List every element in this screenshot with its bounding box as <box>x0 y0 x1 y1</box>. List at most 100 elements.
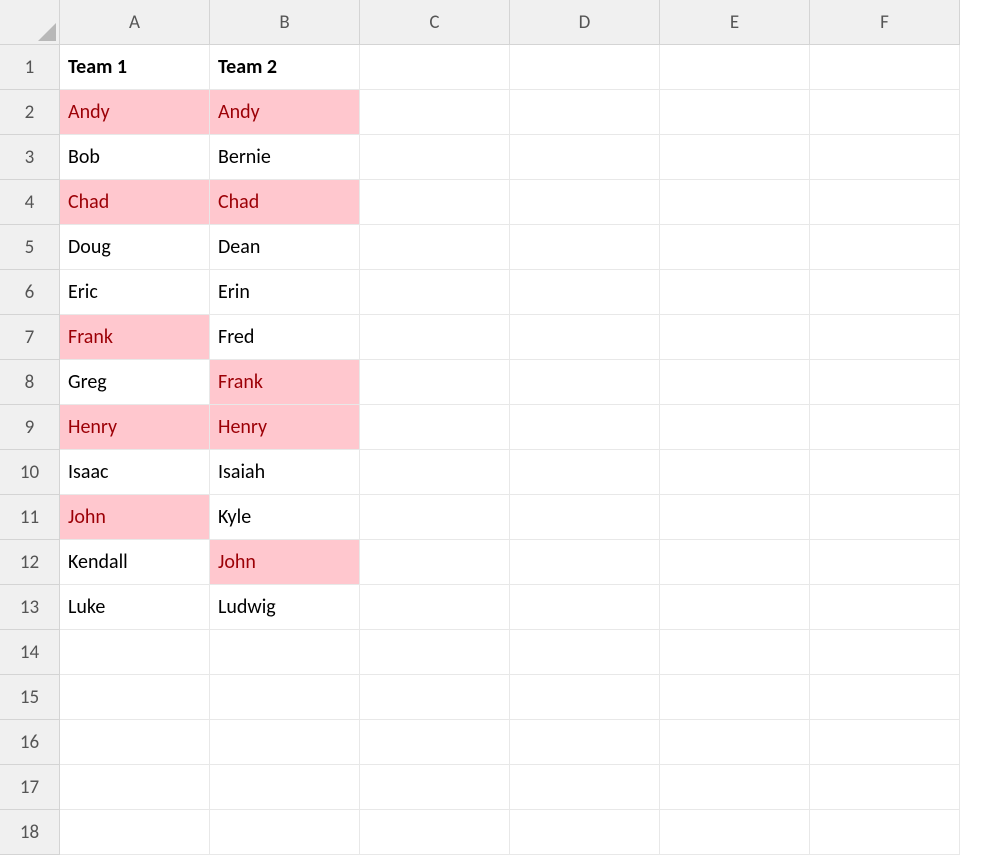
cell-F18[interactable] <box>810 810 960 855</box>
cell-B2[interactable]: Andy <box>210 90 360 135</box>
cell-C4[interactable] <box>360 180 510 225</box>
cell-A6[interactable]: Eric <box>60 270 210 315</box>
col-header-F[interactable]: F <box>810 0 960 45</box>
cell-C8[interactable] <box>360 360 510 405</box>
cell-C7[interactable] <box>360 315 510 360</box>
row-header-8[interactable]: 8 <box>0 360 60 405</box>
cell-C13[interactable] <box>360 585 510 630</box>
cell-C9[interactable] <box>360 405 510 450</box>
cell-B4[interactable]: Chad <box>210 180 360 225</box>
cell-A17[interactable] <box>60 765 210 810</box>
cell-A10[interactable]: Isaac <box>60 450 210 495</box>
cell-A5[interactable]: Doug <box>60 225 210 270</box>
cell-D11[interactable] <box>510 495 660 540</box>
cell-E12[interactable] <box>660 540 810 585</box>
cell-D2[interactable] <box>510 90 660 135</box>
cell-C5[interactable] <box>360 225 510 270</box>
row-header-14[interactable]: 14 <box>0 630 60 675</box>
row-header-12[interactable]: 12 <box>0 540 60 585</box>
cell-F11[interactable] <box>810 495 960 540</box>
cell-D17[interactable] <box>510 765 660 810</box>
cell-B17[interactable] <box>210 765 360 810</box>
cell-B1[interactable]: Team 2 <box>210 45 360 90</box>
cell-B13[interactable]: Ludwig <box>210 585 360 630</box>
cell-E15[interactable] <box>660 675 810 720</box>
cell-E3[interactable] <box>660 135 810 180</box>
col-header-E[interactable]: E <box>660 0 810 45</box>
cell-E10[interactable] <box>660 450 810 495</box>
cell-E18[interactable] <box>660 810 810 855</box>
cell-A15[interactable] <box>60 675 210 720</box>
cell-C14[interactable] <box>360 630 510 675</box>
cell-C17[interactable] <box>360 765 510 810</box>
cell-A13[interactable]: Luke <box>60 585 210 630</box>
cell-D13[interactable] <box>510 585 660 630</box>
col-header-B[interactable]: B <box>210 0 360 45</box>
cell-D10[interactable] <box>510 450 660 495</box>
cell-F8[interactable] <box>810 360 960 405</box>
row-header-11[interactable]: 11 <box>0 495 60 540</box>
cell-F6[interactable] <box>810 270 960 315</box>
cell-F5[interactable] <box>810 225 960 270</box>
cell-E7[interactable] <box>660 315 810 360</box>
col-header-A[interactable]: A <box>60 0 210 45</box>
row-header-1[interactable]: 1 <box>0 45 60 90</box>
row-header-9[interactable]: 9 <box>0 405 60 450</box>
cell-A4[interactable]: Chad <box>60 180 210 225</box>
cell-A7[interactable]: Frank <box>60 315 210 360</box>
cell-E4[interactable] <box>660 180 810 225</box>
row-header-18[interactable]: 18 <box>0 810 60 855</box>
cell-E13[interactable] <box>660 585 810 630</box>
cell-A12[interactable]: Kendall <box>60 540 210 585</box>
cell-B5[interactable]: Dean <box>210 225 360 270</box>
row-header-17[interactable]: 17 <box>0 765 60 810</box>
cell-F17[interactable] <box>810 765 960 810</box>
cell-C15[interactable] <box>360 675 510 720</box>
cell-C10[interactable] <box>360 450 510 495</box>
row-header-7[interactable]: 7 <box>0 315 60 360</box>
cell-E11[interactable] <box>660 495 810 540</box>
cell-C12[interactable] <box>360 540 510 585</box>
cell-A9[interactable]: Henry <box>60 405 210 450</box>
cell-D9[interactable] <box>510 405 660 450</box>
cell-D5[interactable] <box>510 225 660 270</box>
cell-E17[interactable] <box>660 765 810 810</box>
cell-B3[interactable]: Bernie <box>210 135 360 180</box>
row-header-15[interactable]: 15 <box>0 675 60 720</box>
cell-A1[interactable]: Team 1 <box>60 45 210 90</box>
cell-C3[interactable] <box>360 135 510 180</box>
row-header-10[interactable]: 10 <box>0 450 60 495</box>
cell-B14[interactable] <box>210 630 360 675</box>
row-header-2[interactable]: 2 <box>0 90 60 135</box>
cell-E8[interactable] <box>660 360 810 405</box>
cell-C2[interactable] <box>360 90 510 135</box>
cell-B16[interactable] <box>210 720 360 765</box>
cell-B7[interactable]: Fred <box>210 315 360 360</box>
cell-B18[interactable] <box>210 810 360 855</box>
cell-A11[interactable]: John <box>60 495 210 540</box>
cell-E6[interactable] <box>660 270 810 315</box>
cell-F4[interactable] <box>810 180 960 225</box>
cell-F15[interactable] <box>810 675 960 720</box>
row-header-5[interactable]: 5 <box>0 225 60 270</box>
row-header-6[interactable]: 6 <box>0 270 60 315</box>
cell-F2[interactable] <box>810 90 960 135</box>
cell-C11[interactable] <box>360 495 510 540</box>
cell-F9[interactable] <box>810 405 960 450</box>
cell-D8[interactable] <box>510 360 660 405</box>
cell-C6[interactable] <box>360 270 510 315</box>
cell-F12[interactable] <box>810 540 960 585</box>
row-header-3[interactable]: 3 <box>0 135 60 180</box>
cell-A16[interactable] <box>60 720 210 765</box>
cell-D3[interactable] <box>510 135 660 180</box>
cell-E16[interactable] <box>660 720 810 765</box>
cell-B6[interactable]: Erin <box>210 270 360 315</box>
cell-B8[interactable]: Frank <box>210 360 360 405</box>
cell-A3[interactable]: Bob <box>60 135 210 180</box>
row-header-4[interactable]: 4 <box>0 180 60 225</box>
cell-F1[interactable] <box>810 45 960 90</box>
cell-B11[interactable]: Kyle <box>210 495 360 540</box>
cell-E9[interactable] <box>660 405 810 450</box>
cell-D4[interactable] <box>510 180 660 225</box>
cell-F7[interactable] <box>810 315 960 360</box>
